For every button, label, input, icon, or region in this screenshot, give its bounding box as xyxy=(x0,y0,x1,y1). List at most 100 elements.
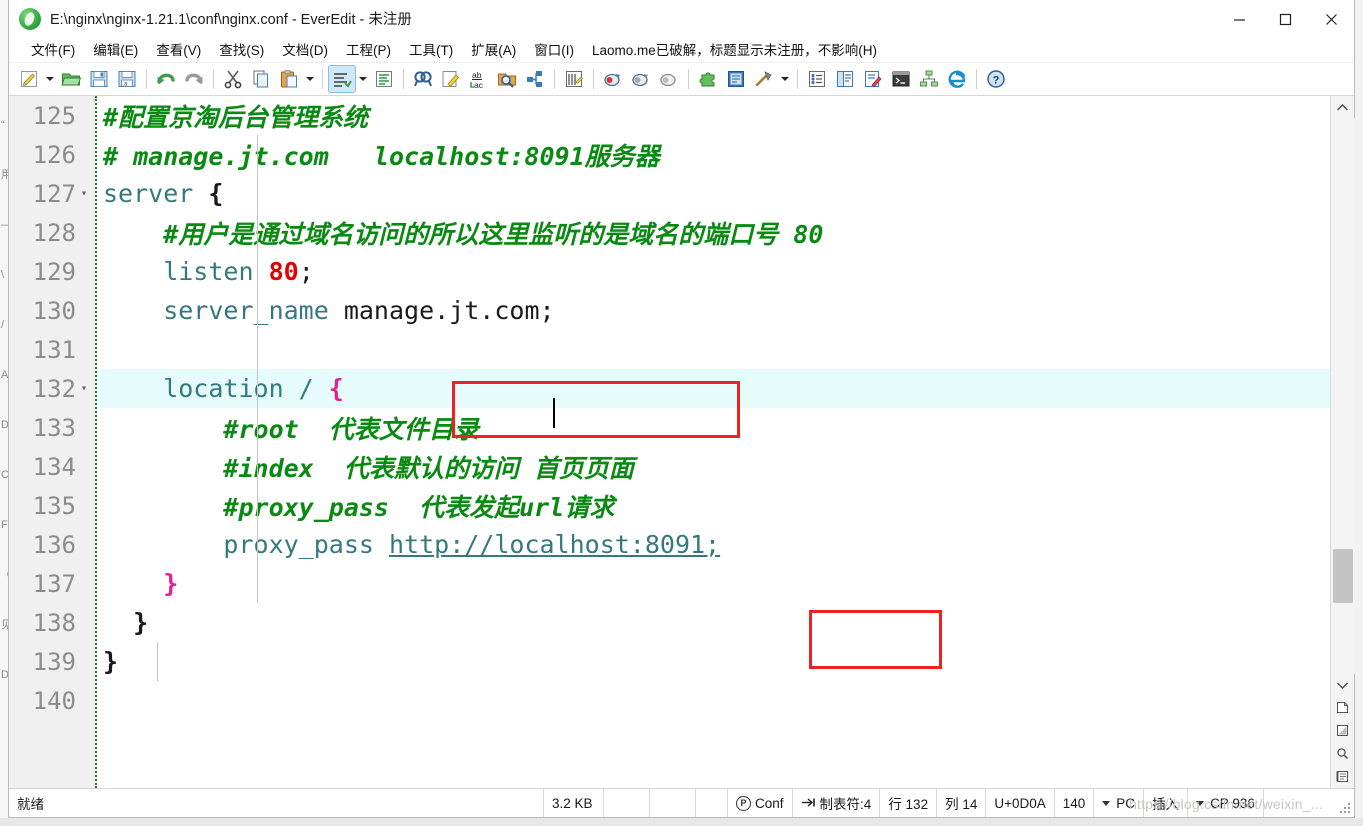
menu-document[interactable]: 文档(D) xyxy=(273,39,337,62)
code-line[interactable] xyxy=(97,681,1330,720)
save-icon[interactable] xyxy=(86,66,112,92)
menu-view[interactable]: 查看(V) xyxy=(147,39,210,62)
column-mode-icon[interactable] xyxy=(561,66,587,92)
close-button[interactable] xyxy=(1308,0,1354,38)
code-line[interactable]: #root 代表文件目录 xyxy=(97,408,1330,447)
tab-arrow-icon xyxy=(801,796,816,811)
code-line[interactable]: server { xyxy=(97,174,1330,213)
resize-grip[interactable] xyxy=(1338,801,1352,815)
code-line[interactable]: } xyxy=(97,642,1330,681)
plugin-icon[interactable] xyxy=(695,66,721,92)
macro-list-icon[interactable] xyxy=(656,66,682,92)
find-in-files-icon[interactable] xyxy=(494,66,520,92)
tab-setting-label: 制表符:4 xyxy=(819,797,872,812)
fold-toggle-icon[interactable]: ▾ xyxy=(77,188,91,199)
code-line[interactable]: } xyxy=(97,564,1330,603)
document-map-icon[interactable] xyxy=(723,66,749,92)
page-icon[interactable] xyxy=(1331,696,1355,719)
sort-lines-icon[interactable] xyxy=(328,65,356,93)
background-glyph: “ xyxy=(1,119,5,131)
toolbar-separator xyxy=(146,69,147,89)
build-tool-icon[interactable] xyxy=(751,66,777,92)
format-block-icon[interactable] xyxy=(371,66,397,92)
replace-ab-icon[interactable]: ab ac xyxy=(466,66,492,92)
menu-help[interactable]: Laomo.me已破解，标题显示未注册，不影响(H) xyxy=(583,39,886,62)
title-bar[interactable]: E:\nginx\nginx-1.21.1\conf\nginx.conf - … xyxy=(9,0,1354,38)
scroll-down-button[interactable] xyxy=(1331,674,1355,696)
cut-icon[interactable] xyxy=(220,66,246,92)
line-number: 136▾ xyxy=(9,525,95,564)
play-macro-icon[interactable] xyxy=(628,66,654,92)
status-column[interactable]: 列 14 xyxy=(937,789,987,817)
paste-icon[interactable] xyxy=(276,66,302,92)
status-line[interactable]: 行 132 xyxy=(880,789,938,817)
build-dropdown-icon[interactable] xyxy=(778,66,792,92)
browser-preview-icon[interactable] xyxy=(944,66,970,92)
status-codepage[interactable]: CP 936 xyxy=(1188,789,1264,817)
menu-window[interactable]: 窗口(I) xyxy=(525,39,583,62)
code-line[interactable]: location / { xyxy=(97,369,1330,408)
help-icon[interactable]: ? xyxy=(983,66,1009,92)
scrollbar-track[interactable] xyxy=(1330,118,1355,674)
bookmark-nav-icon[interactable] xyxy=(522,66,548,92)
edit-replace-icon[interactable] xyxy=(438,66,464,92)
status-total-lines[interactable]: 140 xyxy=(1055,789,1095,817)
menu-extensions[interactable]: 扩展(A) xyxy=(462,39,525,62)
code-line[interactable]: } xyxy=(97,603,1330,642)
chevron-down-icon xyxy=(1102,800,1111,806)
menu-edit[interactable]: 编辑(E) xyxy=(84,39,147,62)
menu-tools[interactable]: 工具(T) xyxy=(400,39,462,62)
line-number-gutter[interactable]: 125▾126▾127▾128▾129▾130▾131▾132▾133▾134▾… xyxy=(9,96,97,788)
code-token-url: http://localhost:8091; xyxy=(388,530,721,559)
diagram-icon[interactable] xyxy=(916,66,942,92)
chevron-down-icon xyxy=(1196,800,1205,806)
minimize-button[interactable] xyxy=(1216,0,1262,38)
open-file-icon[interactable] xyxy=(58,66,84,92)
line-number: 135▾ xyxy=(9,486,95,525)
maximize-button[interactable] xyxy=(1262,0,1308,38)
project-panel-icon[interactable] xyxy=(832,66,858,92)
code-line[interactable]: # manage.jt.com localhost:8091服务器 xyxy=(97,135,1330,174)
scrollbar-thumb[interactable] xyxy=(1332,549,1353,603)
save-as-icon[interactable]: a xyxy=(114,66,140,92)
status-encoding-char[interactable]: U+0D0A xyxy=(986,789,1055,817)
status-file-size: 3.2 KB xyxy=(544,789,604,817)
undo-icon[interactable] xyxy=(153,66,179,92)
code-line[interactable]: #用户是通过域名访问的所以这里监听的是域名的端口号 80 xyxy=(97,213,1330,252)
magnifier-icon[interactable] xyxy=(1331,742,1355,765)
line-number: 134▾ xyxy=(9,447,95,486)
record-macro-icon[interactable] xyxy=(600,66,626,92)
status-insert-mode[interactable]: 插入 xyxy=(1144,789,1189,817)
code-line[interactable] xyxy=(97,330,1330,369)
code-line[interactable]: #配置京淘后台管理系统 xyxy=(97,96,1330,135)
redo-icon[interactable] xyxy=(181,66,207,92)
fold-corner-icon[interactable] xyxy=(1331,719,1355,742)
code-line[interactable]: server_name manage.jt.com; xyxy=(97,291,1330,330)
code-line[interactable]: #proxy_pass 代表发起url请求 xyxy=(97,486,1330,525)
new-file-dropdown-icon[interactable] xyxy=(43,66,57,92)
outline-panel-icon[interactable] xyxy=(804,66,830,92)
console-panel-icon[interactable] xyxy=(888,66,914,92)
code-line[interactable]: proxy_pass http://localhost:8091; xyxy=(97,525,1330,564)
scroll-up-button[interactable] xyxy=(1331,96,1355,118)
copy-icon[interactable] xyxy=(248,66,274,92)
code-line[interactable]: listen 80; xyxy=(97,252,1330,291)
list-preview-icon[interactable] xyxy=(1331,765,1355,788)
code-area[interactable]: #配置京淘后台管理系统 # manage.jt.com localhost:809… xyxy=(97,96,1330,788)
menu-project[interactable]: 工程(P) xyxy=(337,39,400,62)
line-number-label: 137 xyxy=(32,569,76,598)
find-icon[interactable] xyxy=(410,66,436,92)
vertical-scrollbar[interactable] xyxy=(1330,96,1355,788)
menu-search[interactable]: 查找(S) xyxy=(210,39,273,62)
new-file-icon[interactable] xyxy=(16,66,42,92)
fold-toggle-icon[interactable]: ▾ xyxy=(77,383,91,394)
paste-dropdown-icon[interactable] xyxy=(303,66,317,92)
sort-dropdown-icon[interactable] xyxy=(356,66,370,92)
status-line-ending[interactable]: PC xyxy=(1094,789,1145,817)
menu-file[interactable]: 文件(F) xyxy=(22,39,84,62)
status-tab-setting[interactable]: 制表符:4 xyxy=(793,789,881,817)
notes-panel-icon[interactable] xyxy=(860,66,886,92)
status-syntax[interactable]: P Conf xyxy=(728,789,793,817)
code-line[interactable]: #index 代表默认的访问 首页页面 xyxy=(97,447,1330,486)
